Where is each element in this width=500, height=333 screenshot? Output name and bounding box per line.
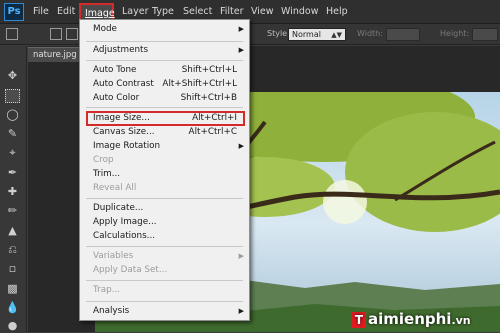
clone-stamp-tool-icon[interactable]: ▲ xyxy=(5,224,20,238)
marquee-tool-icon[interactable] xyxy=(5,89,20,103)
blur-tool-icon[interactable]: 💧 xyxy=(5,301,20,315)
menu-separator xyxy=(86,198,243,199)
gradient-tool-icon[interactable]: ▩ xyxy=(5,282,20,296)
menu-item-auto-contrast[interactable]: Auto Contrast Alt+Shift+Ctrl+L xyxy=(80,77,249,91)
chevron-right-icon: ▶ xyxy=(238,252,244,260)
menu-separator xyxy=(86,41,243,42)
chevron-right-icon: ▶ xyxy=(238,142,244,150)
menu-view[interactable]: View xyxy=(251,0,274,24)
eyedropper-tool-icon[interactable]: ✒ xyxy=(5,166,20,180)
style-label: Style: xyxy=(267,29,290,38)
photoshop-logo: Ps xyxy=(4,3,24,21)
menu-item-reveal-all: Reveal All xyxy=(93,183,137,193)
crop-tool-icon[interactable]: ⌖ xyxy=(5,146,20,160)
menu-item-trap: Trap... xyxy=(93,285,121,295)
menu-item-apply-data-set: Apply Data Set... xyxy=(93,265,168,275)
menu-item-calculations[interactable]: Calculations... xyxy=(80,229,249,243)
chevron-right-icon: ▶ xyxy=(238,307,244,315)
style-select-value: Normal xyxy=(292,30,321,39)
menu-separator xyxy=(86,60,243,61)
menu-file[interactable]: File xyxy=(33,0,49,24)
menu-item-trim[interactable]: Trim... xyxy=(80,167,249,181)
menu-item-auto-tone[interactable]: Auto Tone Shift+Ctrl+L xyxy=(80,63,249,77)
menu-item-crop: Crop xyxy=(93,155,114,165)
menu-item-adjustments[interactable]: Adjustments ▶ xyxy=(80,43,249,57)
tools-panel: ✥ ◯ ✎ ⌖ ✒ ✚ ✏ ▲ ⎌ ▫ ▩ 💧 ● xyxy=(0,46,27,332)
menu-item-variables: Variables ▶ xyxy=(93,251,244,261)
menu-item-apply-image[interactable]: Apply Image... xyxy=(80,215,249,229)
new-selection-icon[interactable] xyxy=(50,28,62,40)
width-field[interactable] xyxy=(386,28,420,41)
image-size-highlight-box xyxy=(86,111,245,126)
menu-separator xyxy=(86,301,243,302)
eraser-tool-icon[interactable]: ▫ xyxy=(5,262,20,276)
image-menu-dropdown: Mode ▶ Adjustments ▶ Auto Tone Shift+Ctrl+L… xyxy=(79,19,250,321)
menu-separator xyxy=(86,246,243,247)
brush-tool-icon[interactable]: ✏ xyxy=(5,204,20,218)
healing-brush-tool-icon[interactable]: ✚ xyxy=(5,185,20,199)
menu-separator xyxy=(86,280,243,281)
chevron-right-icon: ▶ xyxy=(238,46,244,54)
options-bar: Style: Normal ▲▼ Width: Height: xyxy=(0,24,500,45)
lasso-tool-icon[interactable]: ◯ xyxy=(5,108,20,122)
menu-edit[interactable]: Edit xyxy=(57,0,75,24)
chevron-right-icon: ▶ xyxy=(238,25,244,33)
history-brush-tool-icon[interactable]: ⎌ xyxy=(5,243,20,257)
menu-item-duplicate[interactable]: Duplicate... xyxy=(80,201,249,215)
width-label: Width: xyxy=(357,29,383,38)
document-title: nature.jpg xyxy=(33,50,77,60)
move-tool-icon[interactable]: ✥ xyxy=(5,69,20,83)
chevron-updown-icon: ▲▼ xyxy=(331,31,342,39)
height-field[interactable] xyxy=(472,28,498,41)
style-select[interactable]: Normal ▲▼ xyxy=(288,28,346,41)
menu-separator xyxy=(86,107,243,108)
tool-preset-icon[interactable] xyxy=(6,28,18,40)
watermark-logo: Taimienphi.vn xyxy=(352,310,471,328)
menu-item-auto-color[interactable]: Auto Color Shift+Ctrl+B xyxy=(80,91,249,105)
quick-selection-tool-icon[interactable]: ✎ xyxy=(5,127,20,141)
height-label: Height: xyxy=(440,29,470,38)
menu-bar: Ps File Edit Image Layer Type Select Fil… xyxy=(0,0,500,24)
menu-help[interactable]: Help xyxy=(326,0,348,24)
menu-item-analysis[interactable]: Analysis ▶ xyxy=(80,304,249,318)
dodge-tool-icon[interactable]: ● xyxy=(5,319,20,333)
menu-item-mode[interactable]: Mode ▶ xyxy=(80,22,249,36)
menu-item-image-rotation[interactable]: Image Rotation ▶ xyxy=(80,139,249,153)
menu-window[interactable]: Window xyxy=(281,0,318,24)
menu-item-canvas-size[interactable]: Canvas Size... Alt+Ctrl+C xyxy=(80,125,249,139)
add-selection-icon[interactable] xyxy=(66,28,78,40)
